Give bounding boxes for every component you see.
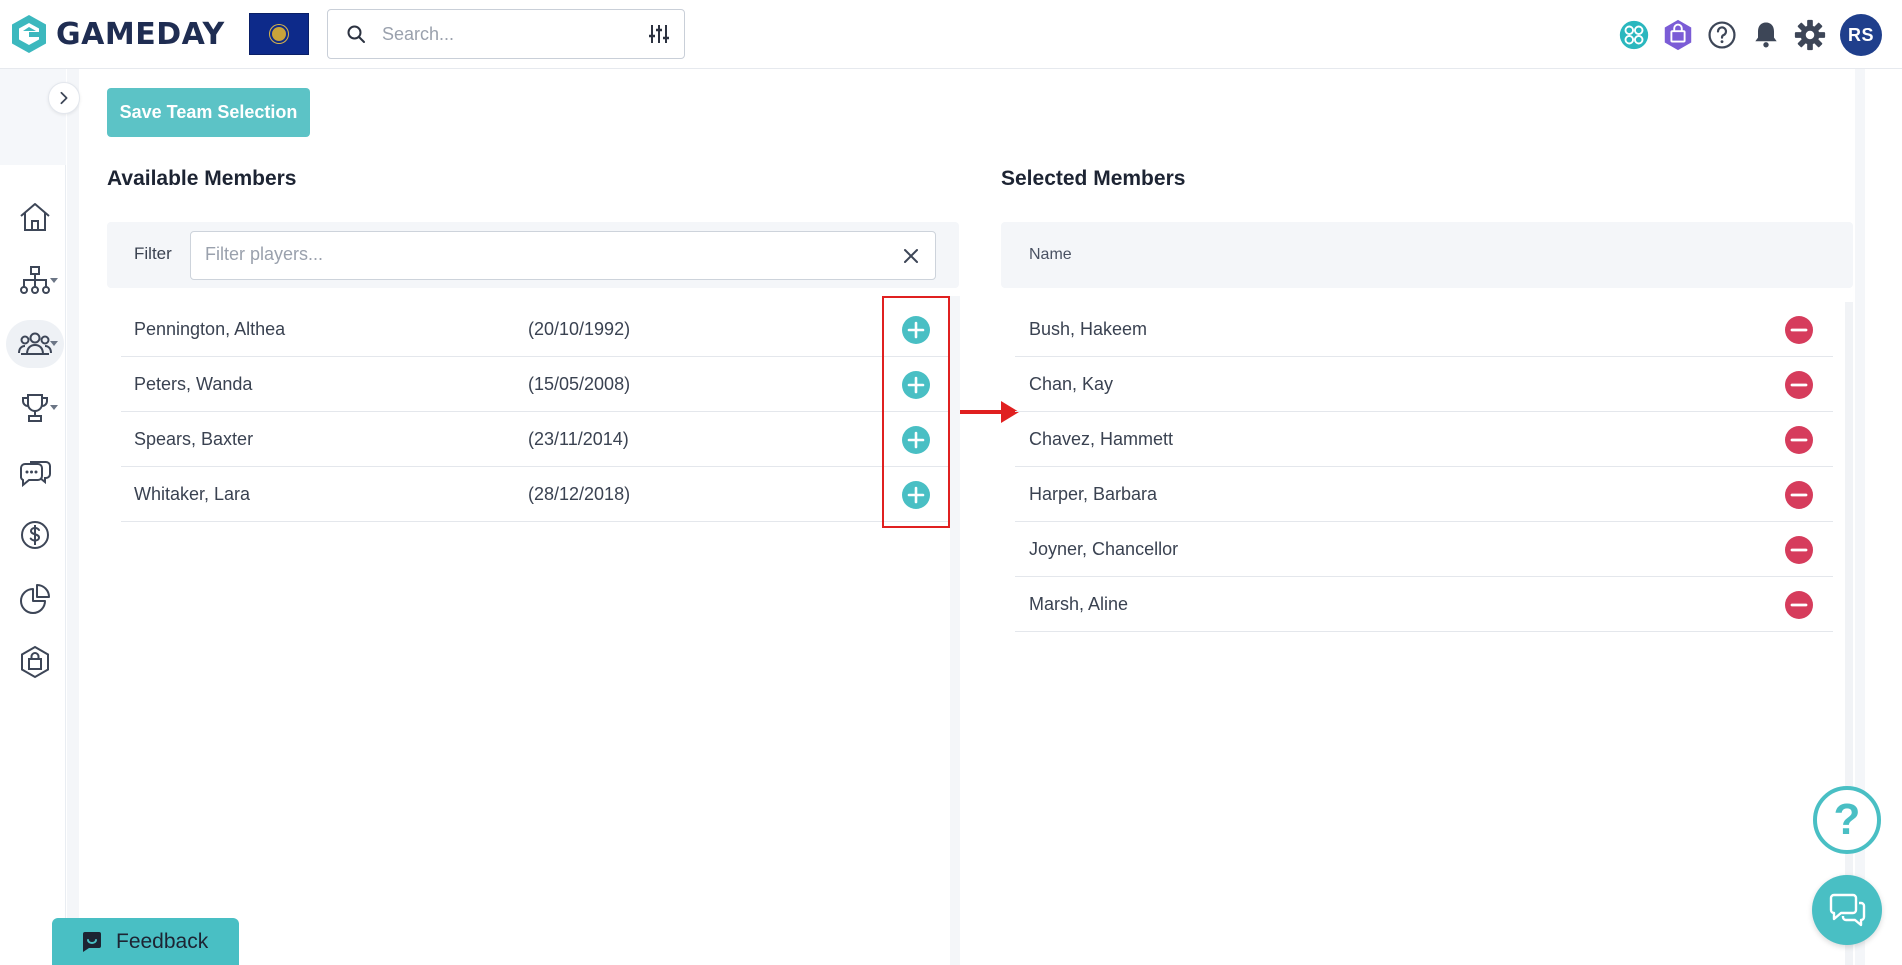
member-dob: (23/11/2014)	[528, 429, 629, 449]
brand-name: GAMEDAY	[56, 16, 225, 52]
search-input[interactable]	[382, 23, 632, 45]
trophy-icon	[22, 394, 48, 422]
selected-member-row: Bush, Hakeem	[1015, 302, 1833, 357]
gear-icon[interactable]	[1792, 17, 1828, 53]
chevron-down-icon	[50, 405, 58, 410]
sidebar-item-structure[interactable]	[6, 257, 64, 305]
sidebar	[0, 69, 66, 965]
remove-member-button[interactable]	[1785, 371, 1813, 399]
sidebar-item-members[interactable]	[6, 320, 64, 368]
available-member-row: Peters, Wanda (15/05/2008)	[121, 357, 950, 412]
annotation-highlight-box	[882, 296, 950, 528]
sidebar-toggle-button[interactable]	[48, 82, 80, 114]
name-column-header: Name	[1029, 246, 1072, 263]
remove-member-button[interactable]	[1785, 536, 1813, 564]
search-icon	[347, 25, 365, 43]
selected-member-row: Harper, Barbara	[1015, 467, 1833, 522]
remove-member-button[interactable]	[1785, 316, 1813, 344]
minus-icon	[1790, 548, 1808, 552]
member-name: Spears, Baxter	[134, 429, 254, 449]
sidebar-item-competitions[interactable]	[6, 384, 64, 432]
chevron-down-icon	[50, 341, 58, 346]
member-name: Bush, Hakeem	[1029, 319, 1148, 339]
member-dob: (28/12/2018)	[528, 484, 631, 504]
save-team-selection-button[interactable]: Save Team Selection	[107, 88, 310, 137]
feedback-icon	[83, 931, 101, 952]
selected-member-row: Chan, Kay	[1015, 357, 1833, 412]
member-name: Marsh, Aline	[1029, 594, 1129, 614]
filter-bar: Filter	[107, 222, 959, 288]
members-icon	[18, 332, 52, 355]
minus-icon	[1790, 603, 1808, 607]
sidebar-scroll-gutter	[67, 69, 79, 965]
chat-icon	[19, 461, 51, 488]
close-icon[interactable]	[901, 246, 921, 266]
search-filter-icon[interactable]	[648, 23, 670, 45]
top-bar: GAMEDAY Search... RS	[0, 0, 1902, 69]
filter-players-input[interactable]	[205, 244, 885, 265]
available-member-row: Spears, Baxter (23/11/2014)	[121, 412, 950, 467]
member-name: Chavez, Hammett	[1029, 429, 1174, 449]
sidebar-item-communications[interactable]	[6, 448, 64, 496]
chevron-down-icon	[50, 278, 58, 283]
organisation-flag[interactable]	[249, 13, 309, 55]
feedback-tab-button[interactable]: Feedback	[52, 918, 239, 965]
remove-member-button[interactable]	[1785, 591, 1813, 619]
member-name: Peters, Wanda	[134, 374, 253, 394]
flag-seal-icon	[272, 27, 286, 41]
available-members-title: Available Members	[107, 167, 297, 190]
shop-icon[interactable]	[1660, 17, 1696, 53]
shop-icon	[21, 645, 49, 679]
remove-member-button[interactable]	[1785, 426, 1813, 454]
dollar-icon	[21, 521, 49, 549]
annotation-arrow-icon	[957, 401, 1019, 423]
filter-label: Filter	[134, 244, 172, 263]
member-dob: (15/05/2008)	[528, 374, 631, 394]
global-search[interactable]	[327, 9, 685, 59]
help-icon: ?	[1833, 795, 1861, 844]
home-icon	[20, 203, 50, 231]
gameday-logo-icon	[12, 15, 46, 53]
available-member-row: Whitaker, Lara (28/12/2018)	[121, 467, 950, 522]
gameday-logo[interactable]: GAMEDAY	[10, 12, 225, 56]
minus-icon	[1790, 493, 1808, 497]
selected-member-row: Marsh, Aline	[1015, 577, 1833, 632]
member-name: Pennington, Althea	[134, 319, 286, 339]
chat-widget-button[interactable]	[1812, 875, 1882, 945]
reports-icon	[20, 584, 50, 614]
help-widget-button[interactable]: ?	[1813, 786, 1881, 854]
hierarchy-icon	[20, 266, 50, 294]
selected-member-row: Chavez, Hammett	[1015, 412, 1833, 467]
bell-icon[interactable]	[1748, 17, 1784, 53]
member-name: Whitaker, Lara	[134, 484, 251, 504]
sidebar-item-reports[interactable]	[6, 575, 64, 623]
sidebar-item-finance[interactable]	[6, 511, 64, 559]
selected-list-scrollbar[interactable]	[1845, 302, 1853, 965]
chat-icon	[1829, 893, 1866, 927]
available-member-row: Pennington, Althea (20/10/1992)	[121, 302, 950, 357]
header-actions: RS	[1608, 14, 1882, 56]
member-name: Joyner, Chancellor	[1029, 539, 1179, 559]
panel-divider	[950, 296, 960, 965]
minus-icon	[1790, 328, 1808, 332]
member-dob: (20/10/1992)	[528, 319, 631, 339]
member-name: Chan, Kay	[1029, 374, 1114, 394]
help-icon[interactable]	[1704, 17, 1740, 53]
selected-member-row: Joyner, Chancellor	[1015, 522, 1833, 577]
chevron-right-icon	[60, 91, 68, 105]
minus-icon	[1790, 438, 1808, 442]
user-avatar[interactable]: RS	[1840, 14, 1882, 56]
member-name: Harper, Barbara	[1029, 484, 1158, 504]
network-icon[interactable]	[1616, 17, 1652, 53]
feedback-label: Feedback	[116, 929, 209, 953]
selected-members-title: Selected Members	[1001, 167, 1186, 190]
filter-players-field[interactable]	[190, 231, 936, 280]
sidebar-item-shop[interactable]	[6, 638, 64, 686]
remove-member-button[interactable]	[1785, 481, 1813, 509]
selected-table-header: Name	[1001, 222, 1853, 288]
sidebar-item-home[interactable]	[6, 193, 64, 241]
minus-icon	[1790, 383, 1808, 387]
